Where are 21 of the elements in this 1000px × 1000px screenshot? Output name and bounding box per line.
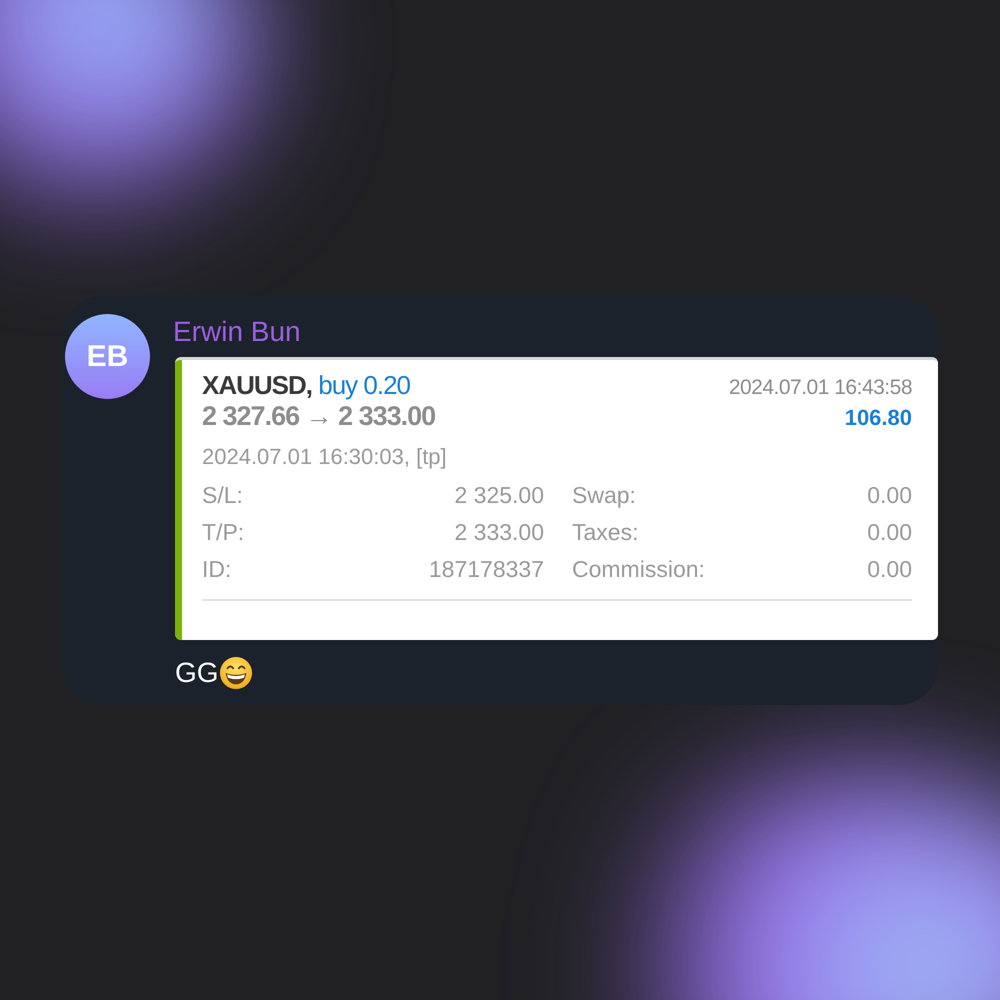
- detail-value: 0.00: [866, 556, 912, 583]
- detail-label: ID:: [202, 556, 232, 583]
- detail-label: S/L:: [202, 482, 244, 509]
- avatar: EB: [65, 314, 150, 399]
- trade-prices: 2 327.66 → 2 333.00: [202, 401, 436, 432]
- detail-label: T/P:: [202, 519, 246, 546]
- trade-profit: 106.80: [844, 405, 912, 431]
- open-time: 2024.07.01 16:30:03, [tp]: [202, 444, 448, 470]
- detail-label: Taxes:: [572, 519, 640, 546]
- detail-value: 2 333.00: [453, 519, 544, 546]
- sender-name: Erwin Bun: [173, 315, 302, 349]
- detail-label: Swap:: [572, 482, 637, 509]
- grinning-face-icon: [218, 656, 253, 690]
- close-time: 2024.07.01 16:43:58: [728, 376, 912, 400]
- trade-title: XAUUSD, buy 0.20: [202, 370, 410, 401]
- detail-value: 2 325.00: [453, 482, 544, 509]
- detail-value: 0.00: [866, 519, 912, 546]
- detail-label: Commission:: [572, 556, 706, 583]
- detail-value: 187178337: [428, 556, 544, 583]
- detail-value: 0.00: [866, 482, 912, 509]
- message-text: GG: [175, 657, 219, 689]
